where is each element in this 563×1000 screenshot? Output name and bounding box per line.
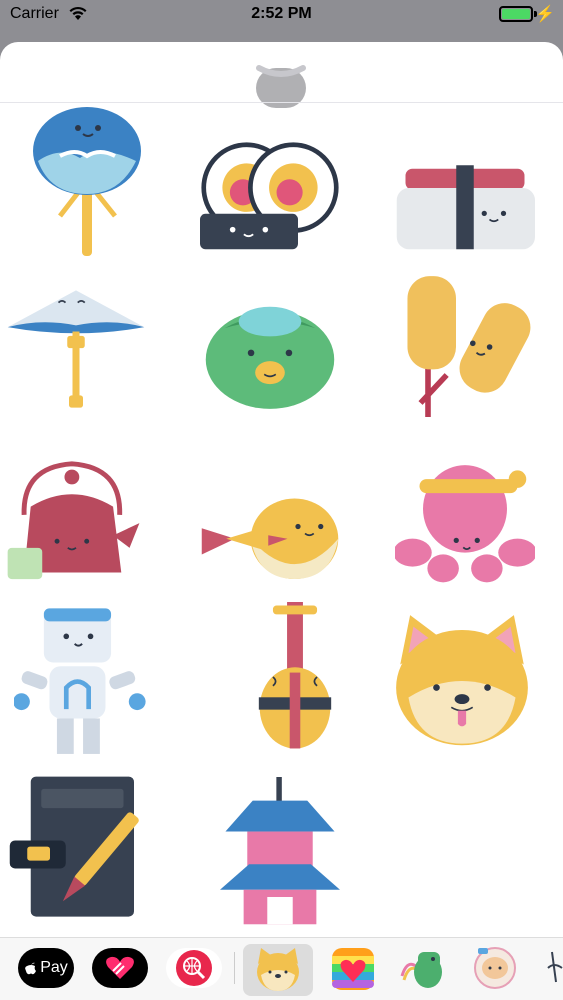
- digital-touch-app[interactable]: [92, 948, 148, 988]
- nigiri-sticker[interactable]: [395, 134, 535, 284]
- calligraphy-tablet-sticker[interactable]: [8, 772, 148, 922]
- search-images-app[interactable]: [166, 948, 222, 988]
- japan-sticker-app[interactable]: [243, 944, 313, 996]
- tempura-skewer-sticker[interactable]: [400, 272, 540, 422]
- uchiwa-fan-sticker[interactable]: [20, 106, 160, 256]
- apple-pay-app[interactable]: Pay: [18, 948, 74, 988]
- chevron-down-icon[interactable]: [255, 60, 307, 86]
- shiba-dog-sticker[interactable]: [392, 606, 532, 756]
- kappa-sticker[interactable]: [200, 282, 340, 432]
- hearts-app[interactable]: [330, 946, 376, 992]
- astronaut-app[interactable]: [472, 946, 518, 992]
- sticker-panel: Pay: [0, 42, 563, 1000]
- pufferfish-sticker[interactable]: [200, 462, 340, 612]
- charging-bolt-icon: ⚡: [535, 6, 555, 23]
- heart-icon: [106, 956, 134, 979]
- robot-sticker[interactable]: [14, 608, 154, 758]
- app-drawer-bar: Pay: [0, 937, 563, 1000]
- umbrella-sticker[interactable]: [6, 274, 146, 424]
- more-apps-partial-icon[interactable]: [540, 946, 563, 992]
- sushi-roll-sticker[interactable]: [200, 122, 340, 272]
- dinosaur-app[interactable]: [400, 946, 446, 992]
- drawer-separator: [234, 952, 235, 984]
- status-bar: Carrier 2:52 PM ⚡: [0, 0, 563, 30]
- divider: [0, 102, 563, 103]
- apple-logo-icon: [25, 962, 37, 975]
- clock: 2:52 PM: [251, 5, 312, 22]
- shiba-dog-thumb-icon: [257, 948, 299, 991]
- teapot-sticker[interactable]: [6, 444, 146, 594]
- pagoda-sticker[interactable]: [210, 777, 350, 927]
- octopus-sticker[interactable]: [395, 447, 535, 597]
- apple-pay-label: Pay: [40, 959, 68, 976]
- battery-icon: [499, 6, 533, 22]
- shamisen-sticker[interactable]: [225, 602, 365, 752]
- globe-search-icon: [176, 950, 212, 986]
